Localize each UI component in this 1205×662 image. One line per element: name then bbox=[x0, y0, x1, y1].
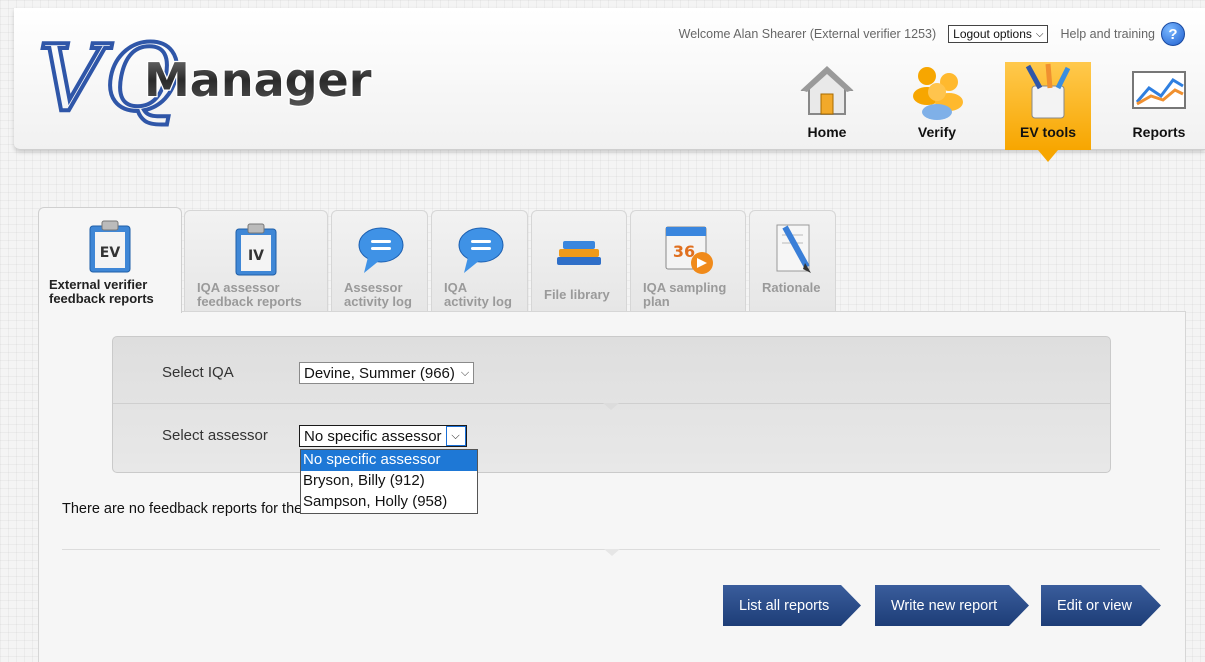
top-links: Welcome Alan Shearer (External verifier … bbox=[679, 22, 1185, 46]
nav-ev-tools-label: EV tools bbox=[1019, 124, 1076, 140]
select-iqa-dropdown[interactable]: Devine, Summer (966) ⌵ bbox=[299, 362, 475, 384]
chart-icon bbox=[1132, 71, 1186, 109]
assessor-options-list: No specific assessor Bryson, Billy (912)… bbox=[300, 449, 478, 514]
logo-manager-text: Manager bbox=[144, 53, 372, 107]
speech-bubble-icon bbox=[458, 227, 503, 273]
tab-iqa-sampling-plan[interactable]: 36 IQA sampling plan bbox=[630, 210, 746, 312]
tab-label: IQA sampling plan bbox=[643, 281, 739, 309]
logout-options-select[interactable]: Logout options ⌵ bbox=[948, 25, 1049, 43]
tab-label: Assessor activity log bbox=[344, 281, 421, 309]
tab-label-line2: feedback reports bbox=[197, 294, 302, 309]
tab-label: External verifier feedback reports bbox=[49, 278, 175, 306]
speech-bubble-icon bbox=[358, 227, 403, 273]
assessor-option[interactable]: Sampson, Holly (958) bbox=[301, 492, 477, 513]
assessor-option[interactable]: No specific assessor bbox=[301, 450, 477, 471]
calendar-day-text: 36 bbox=[673, 242, 695, 261]
list-all-reports-button[interactable]: List all reports bbox=[723, 585, 861, 626]
tab-label-line2: feedback reports bbox=[49, 291, 154, 306]
chevron-down-icon: ⌵ bbox=[460, 366, 470, 379]
select-assessor-dropdown[interactable]: No specific assessor ⌵ bbox=[299, 425, 467, 447]
tab-label: Rationale bbox=[762, 281, 829, 295]
select-assessor-label: Select assessor bbox=[162, 427, 268, 444]
tab-label-line1: IQA assessor bbox=[197, 280, 280, 295]
tab-rationale[interactable]: Rationale bbox=[749, 210, 836, 312]
nav-verify-label: Verify bbox=[917, 124, 957, 140]
nav-home-label: Home bbox=[807, 124, 847, 140]
filter-panel: Select IQA Devine, Summer (966) ⌵ Select… bbox=[112, 336, 1111, 473]
tab-label-line1: File library bbox=[544, 287, 610, 302]
app-header: VQ Manager Welcome Alan Shearer (Externa… bbox=[14, 8, 1205, 162]
tab-label-line1: Assessor bbox=[344, 280, 403, 295]
tab-label-line1: IQA bbox=[444, 280, 468, 295]
select-iqa-label: Select IQA bbox=[162, 364, 234, 381]
filter-divider bbox=[113, 403, 1110, 410]
tab-label: IQA activity log bbox=[444, 281, 521, 309]
vqmanager-logo[interactable]: VQ Manager bbox=[36, 18, 386, 143]
select-assessor-value: No specific assessor bbox=[304, 427, 442, 445]
tab-label: IQA assessor feedback reports bbox=[197, 281, 321, 309]
nav-verify[interactable]: Verify bbox=[894, 62, 980, 150]
people-icon bbox=[913, 67, 963, 120]
ev-badge-text: EV bbox=[100, 245, 121, 261]
tab-label-line1: IQA sampling bbox=[643, 280, 727, 295]
select-iqa-value: Devine, Summer (966) bbox=[304, 364, 455, 382]
tab-label-line2: activity log bbox=[444, 294, 512, 309]
tab-label: File library bbox=[544, 288, 620, 302]
clipboard-ev-icon: EV bbox=[89, 220, 131, 273]
section-divider bbox=[62, 549, 1160, 556]
logout-options-label: Logout options bbox=[953, 27, 1032, 41]
welcome-text: Welcome Alan Shearer (External verifier … bbox=[678, 27, 937, 41]
edit-or-view-button[interactable]: Edit or view bbox=[1041, 585, 1161, 626]
clipboard-iv-icon: IV bbox=[235, 223, 277, 276]
iv-badge-text: IV bbox=[248, 248, 264, 264]
write-new-report-button[interactable]: Write new report bbox=[875, 585, 1029, 626]
pencil-document-icon bbox=[776, 224, 811, 273]
nav-reports[interactable]: Reports bbox=[1116, 62, 1202, 150]
calendar-arrow-icon: 36 bbox=[665, 226, 713, 274]
tab-iqa-assessor-feedback-reports[interactable]: IV IQA assessor feedback reports bbox=[184, 210, 328, 312]
tab-label-line2: activity log bbox=[344, 294, 412, 309]
nav-home[interactable]: Home bbox=[784, 62, 870, 150]
chevron-down-icon: ⌵ bbox=[1035, 28, 1044, 40]
help-and-training-link[interactable]: Help and training bbox=[1060, 27, 1155, 41]
tools-cup-icon bbox=[1025, 63, 1071, 119]
tab-label-line2: plan bbox=[643, 294, 670, 309]
stacked-files-icon bbox=[557, 241, 601, 265]
house-icon bbox=[800, 66, 854, 115]
tab-external-verifier-feedback-reports[interactable]: EV External verifier feedback reports bbox=[38, 207, 182, 313]
logo-graphic: VQ Manager bbox=[36, 23, 373, 134]
chevron-down-icon[interactable]: ⌵ bbox=[445, 426, 466, 446]
tab-iqa-activity-log[interactable]: IQA activity log bbox=[431, 210, 528, 312]
nav-reports-label: Reports bbox=[1132, 124, 1186, 140]
tab-file-library[interactable]: File library bbox=[531, 210, 627, 312]
tab-label-line1: External verifier bbox=[49, 277, 148, 292]
help-icon[interactable]: ? bbox=[1161, 22, 1185, 46]
nav-ev-tools[interactable]: EV tools bbox=[1005, 62, 1091, 162]
tab-label-line1: Rationale bbox=[762, 280, 821, 295]
tab-assessor-activity-log[interactable]: Assessor activity log bbox=[331, 210, 428, 312]
assessor-option[interactable]: Bryson, Billy (912) bbox=[301, 471, 477, 492]
